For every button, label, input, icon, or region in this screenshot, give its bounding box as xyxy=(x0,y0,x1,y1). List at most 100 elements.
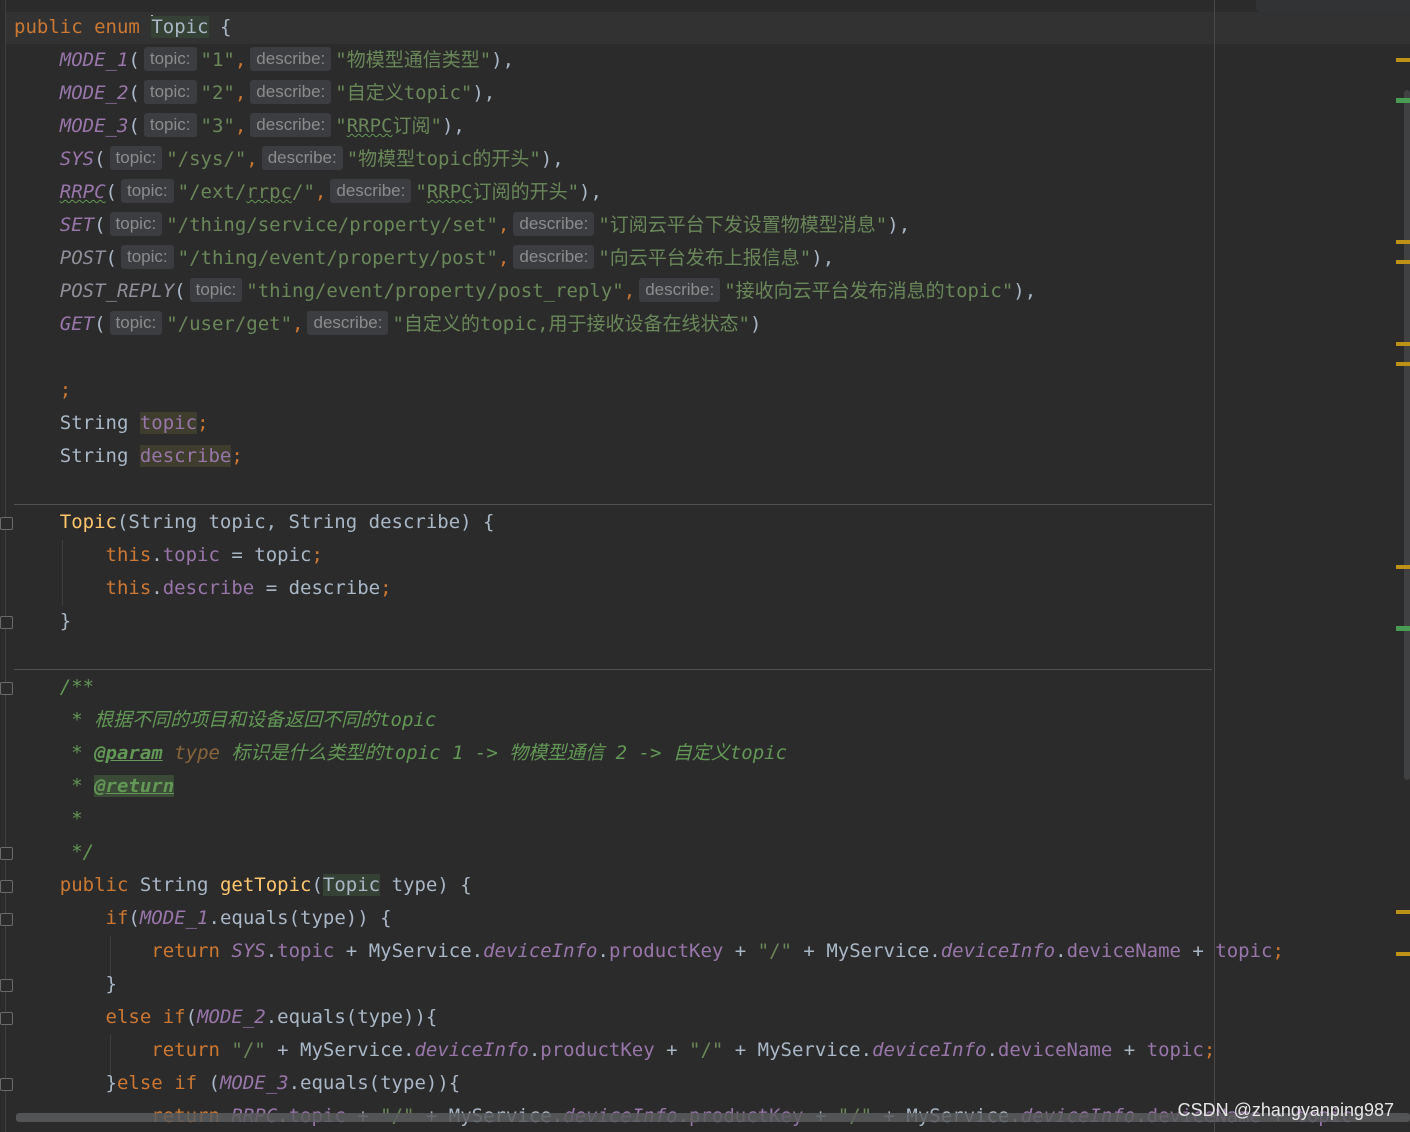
params: (String topic, String describe) { xyxy=(116,511,495,533)
code-line-else-if-mode2[interactable]: else if(MODE_2.equals(type)){ xyxy=(14,1001,438,1034)
doc-comment: * 根据不同的项目和设备返回不同的topic xyxy=(59,709,437,731)
param-hint: topic: xyxy=(109,146,163,170)
code-line-else-if-mode3[interactable]: }else if (MODE_3.equals(type)){ xyxy=(14,1067,461,1100)
string-literal: "/" xyxy=(757,940,792,962)
punct: ; xyxy=(380,577,392,599)
warning-marker[interactable] xyxy=(1396,362,1410,366)
change-marker[interactable] xyxy=(1396,626,1410,631)
code-line-mode3[interactable]: MODE_3(topic: "3", describe: "RRPC订阅"), xyxy=(14,110,465,143)
code-line-1[interactable]: public enum Topic { xyxy=(14,11,231,44)
code-line-method-sig[interactable]: public String getTopic(Topic type) { xyxy=(14,869,472,902)
code-line-if-mode1[interactable]: if(MODE_1.equals(type)) { xyxy=(14,902,392,935)
code-line-assign-describe[interactable]: this.describe = describe; xyxy=(14,572,392,605)
param-hint: describe: xyxy=(330,179,412,203)
warning-marker[interactable] xyxy=(1396,240,1410,244)
code-line-doc-close[interactable]: */ xyxy=(14,836,94,869)
op: + xyxy=(1180,940,1216,962)
code-line-field-topic[interactable]: String topic; xyxy=(14,407,209,440)
fold-icon[interactable] xyxy=(0,880,13,893)
param-hint: describe: xyxy=(250,80,332,104)
code-line-semicolon[interactable]: ; xyxy=(14,374,71,407)
code-line-post-reply[interactable]: POST_REPLY(topic: "thing/event/property/p… xyxy=(14,275,1036,308)
code-line-doc-empty[interactable]: * xyxy=(14,803,82,836)
static-field: deviceInfo xyxy=(872,1039,987,1061)
code-line-ctor[interactable]: Topic(String topic, String describe) { xyxy=(14,506,495,539)
fold-icon[interactable] xyxy=(0,517,13,530)
param-hint: describe: xyxy=(513,212,595,236)
punct: ; xyxy=(197,412,209,434)
vertical-scrollbar[interactable] xyxy=(1404,90,1410,780)
punct: ), xyxy=(1013,280,1037,302)
op: + xyxy=(723,1039,758,1061)
warning-marker[interactable] xyxy=(1396,342,1410,346)
code-line-ctor-close[interactable]: } xyxy=(14,605,71,638)
brace: } xyxy=(59,610,72,632)
code-editor[interactable]: public enum Topic { MODE_1(topic: "1", des… xyxy=(0,0,1410,1132)
watermark-text: CSDN @zhangyanping987 xyxy=(1177,1100,1394,1120)
keyword: public xyxy=(59,874,129,896)
warning-marker[interactable] xyxy=(1396,58,1410,62)
class-name: MyService xyxy=(300,1039,403,1061)
constructor-name: Topic xyxy=(59,511,117,533)
brace: } xyxy=(105,1072,117,1094)
assignment: = describe xyxy=(254,577,381,599)
code-line-sys[interactable]: SYS(topic: "/sys/", describe: "物模型topic的开头"… xyxy=(14,143,564,176)
doc-comment: 标识是什么类型的topic 1 -> 物模型通信 2 -> 自定义topic xyxy=(219,742,788,764)
op: + xyxy=(265,1039,301,1061)
fold-icon[interactable] xyxy=(0,1078,13,1091)
dot: . xyxy=(151,544,163,566)
field-name: topic xyxy=(139,412,198,434)
code-line-return-1[interactable]: return SYS.topic + MyService.deviceInfo.… xyxy=(14,935,1284,968)
dot: . xyxy=(402,1039,415,1061)
keyword: else xyxy=(116,1072,163,1094)
warning-marker[interactable] xyxy=(1396,952,1410,956)
change-marker[interactable] xyxy=(1396,98,1410,103)
code-line-return-2[interactable]: return "/" + MyService.deviceInfo.produc… xyxy=(14,1034,1215,1067)
fold-icon[interactable] xyxy=(0,847,13,860)
op: + xyxy=(723,940,758,962)
fold-icon[interactable] xyxy=(0,1012,13,1025)
code-line-mode2[interactable]: MODE_2(topic: "2", describe: "自定义topic"), xyxy=(14,77,495,110)
dot: . xyxy=(986,1039,998,1061)
fold-icon[interactable] xyxy=(0,913,13,926)
method-name: getTopic xyxy=(219,874,312,896)
warning-marker[interactable] xyxy=(1396,910,1410,914)
warning-marker[interactable] xyxy=(1396,565,1410,569)
doc-comment: /** xyxy=(59,676,95,698)
enum-name: T xyxy=(151,16,163,38)
code-line-post[interactable]: POST(topic: "/thing/event/property/post",… xyxy=(14,242,834,275)
method-call: .equals(type) xyxy=(288,1072,438,1094)
op: + xyxy=(334,940,369,962)
type-name: String xyxy=(59,412,129,434)
code-line-doc-param[interactable]: * @param type 标识是什么类型的topic 1 -> 物模型通信 2… xyxy=(14,737,787,770)
enum-constant: MODE_1 xyxy=(139,907,209,929)
code-line-assign-topic[interactable]: this.topic = topic; xyxy=(14,539,323,572)
doc-comment: */ xyxy=(59,841,95,863)
string-literal: "自定义的topic,用于接收设备在线状态" xyxy=(392,313,750,335)
inspection-widget[interactable]: ⚠ 6 ✓ 4 xyxy=(1256,0,1410,12)
param-hint: describe: xyxy=(250,113,332,137)
string-literal: " xyxy=(335,115,347,137)
code-line-doc-open[interactable]: /** xyxy=(14,671,94,704)
code-line-doc-1[interactable]: * 根据不同的项目和设备返回不同的topic xyxy=(14,704,436,737)
code-line-get[interactable]: GET(topic: "/user/get", describe: "自定义的topi… xyxy=(14,308,761,341)
param-hint: topic: xyxy=(109,311,163,335)
fold-icon[interactable] xyxy=(0,682,13,695)
doc-comment: * xyxy=(59,742,95,764)
op: + xyxy=(791,940,827,962)
code-line-field-describe[interactable]: String describe; xyxy=(14,440,243,473)
string-literal: 订阅的开头" xyxy=(472,181,580,203)
punct: ), xyxy=(540,148,564,170)
warning-marker[interactable] xyxy=(1396,260,1410,264)
class-name: MyService xyxy=(368,940,472,962)
fold-icon[interactable] xyxy=(0,616,13,629)
code-line-if-close[interactable]: } xyxy=(14,968,117,1001)
code-line-set[interactable]: SET(topic: "/thing/service/property/set",… xyxy=(14,209,910,242)
code-line-mode1[interactable]: MODE_1(topic: "1", describe: "物模型通信类型"), xyxy=(14,44,514,77)
code-line-rrpc[interactable]: RRPC(topic: "/ext/rrpc/", describe: "RRPC订阅… xyxy=(14,176,602,209)
assignment: = topic xyxy=(219,544,312,566)
fold-icon[interactable] xyxy=(0,979,13,992)
code-line-doc-return[interactable]: * @return xyxy=(14,770,175,803)
dot: . xyxy=(151,577,163,599)
string-literal: "/" xyxy=(689,1039,724,1061)
